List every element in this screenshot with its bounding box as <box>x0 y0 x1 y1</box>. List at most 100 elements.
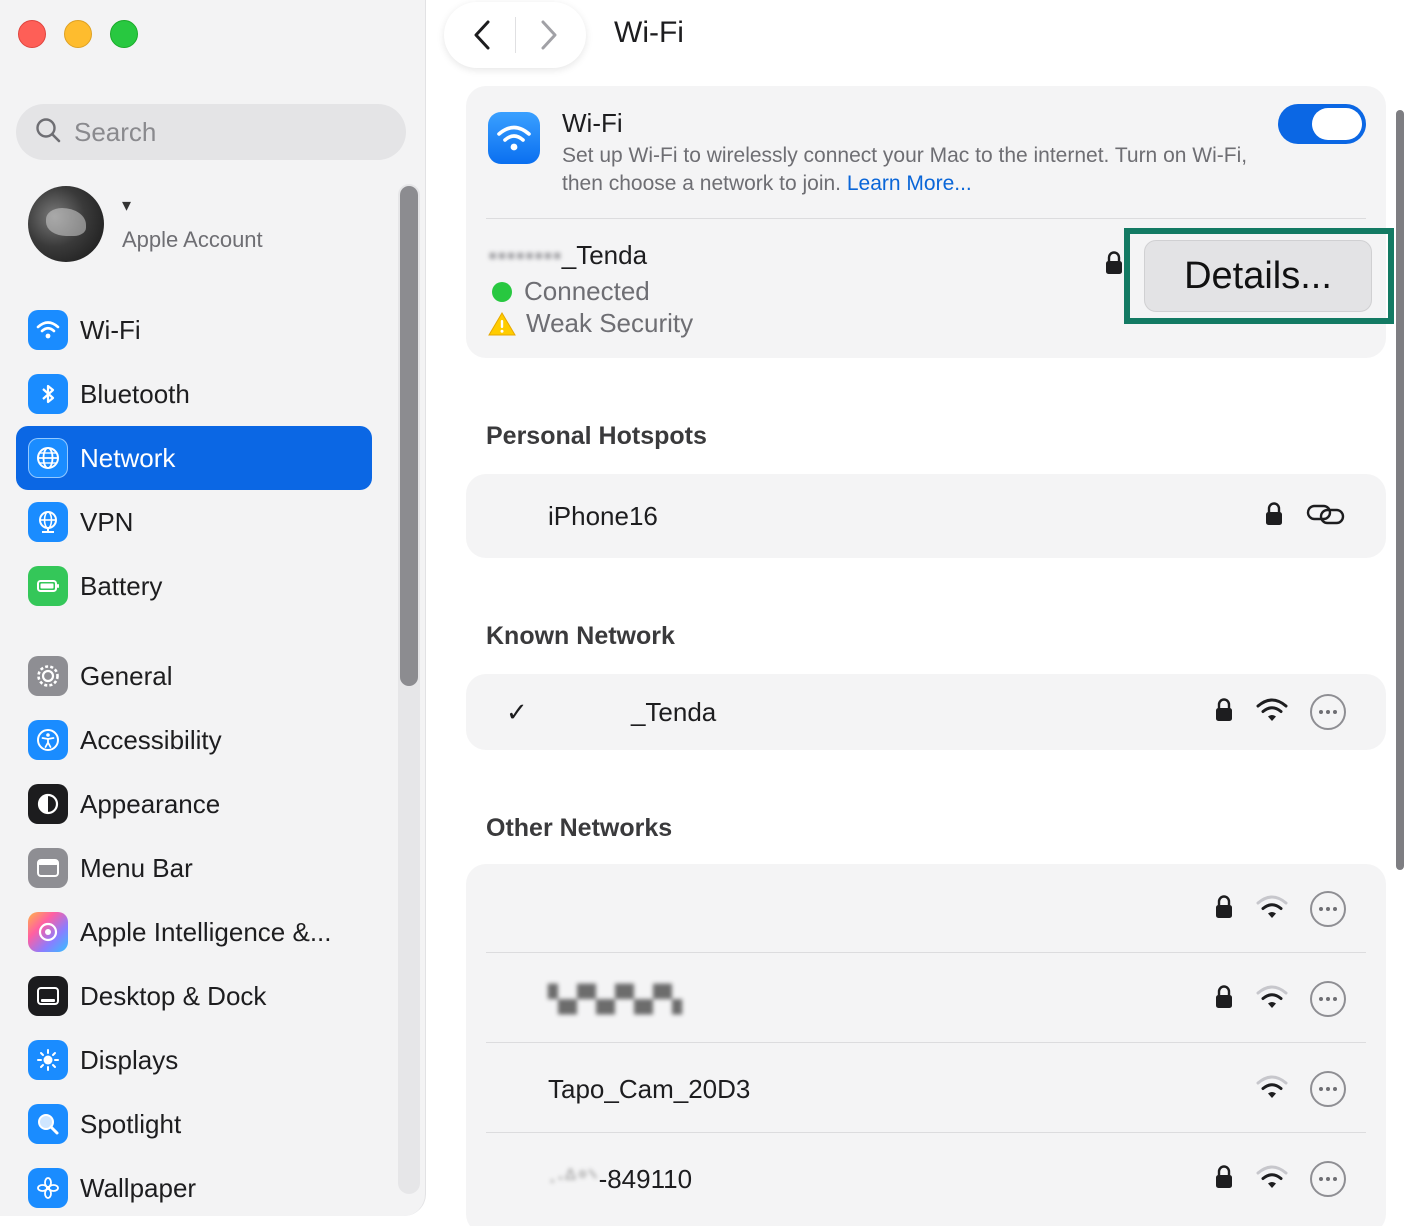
network-options-button[interactable] <box>1310 891 1346 927</box>
sidebar-item-accessibility[interactable]: Accessibility <box>16 708 372 772</box>
learn-more-link[interactable]: Learn More... <box>847 172 972 195</box>
sidebar-item-wallpaper[interactable]: Wallpaper <box>16 1156 372 1220</box>
accessibility-icon <box>28 720 68 760</box>
network-options-button[interactable] <box>1310 1161 1346 1197</box>
hotspot-row[interactable]: iPhone16 <box>466 474 1386 558</box>
divider <box>486 1132 1366 1133</box>
sidebar-item-label: Battery <box>80 570 163 601</box>
wifi-signal-icon <box>1256 1074 1288 1105</box>
network-options-button[interactable] <box>1310 981 1346 1017</box>
sidebar: ▾ Apple Account Wi-Fi Bluetooth Network <box>0 0 426 1216</box>
appearance-icon <box>28 784 68 824</box>
sidebar-item-label: Network <box>80 442 176 473</box>
sidebar-item-network[interactable]: Network <box>16 426 372 490</box>
redacted-text: ·ᐧᐞᐤᐠ <box>548 1163 599 1194</box>
sidebar-item-spotlight[interactable]: Spotlight <box>16 1092 372 1156</box>
network-options-button[interactable] <box>1310 1071 1346 1107</box>
lock-icon <box>1264 501 1284 532</box>
close-window-button[interactable] <box>18 20 46 48</box>
lock-icon <box>1104 250 1124 281</box>
history-navigation <box>444 2 586 68</box>
account-name: ▾ <box>122 195 132 215</box>
sidebar-item-label: Spotlight <box>80 1108 182 1139</box>
gear-icon <box>28 656 68 696</box>
chevron-left-icon <box>474 20 489 50</box>
wifi-app-icon <box>488 112 540 164</box>
sidebar-item-vpn[interactable]: VPN <box>16 490 372 554</box>
flower-icon <box>28 1168 68 1208</box>
security-warning: Weak Security <box>488 308 693 339</box>
vpn-globe-icon <box>28 502 68 542</box>
apple-intelligence-icon <box>28 912 68 952</box>
sidebar-item-bluetooth[interactable]: Bluetooth <box>16 362 372 426</box>
page-title: Wi-Fi <box>614 16 684 49</box>
section-title-known: Known Network <box>486 622 675 650</box>
sidebar-item-label: Desktop & Dock <box>80 980 267 1011</box>
chevron-right-icon <box>541 20 556 50</box>
redacted-text: ▪▪▪▪▪▪▪▪▪ <box>548 696 631 728</box>
apple-account[interactable]: ▾ Apple Account <box>28 186 263 262</box>
other-network-row[interactable] <box>466 870 1386 948</box>
network-row-icons <box>1214 1161 1346 1197</box>
sidebar-item-general[interactable]: General <box>16 644 372 708</box>
sidebar-group-connectivity: Wi-Fi Bluetooth Network VPN Battery <box>16 298 372 618</box>
other-network-row[interactable]: ▚▞▚▞▚▞▚ <box>466 960 1386 1038</box>
sidebar-item-appearance[interactable]: Appearance <box>16 772 372 836</box>
known-network-label: _Tenda <box>630 696 717 727</box>
magnifier-icon <box>28 1104 68 1144</box>
bluetooth-icon <box>28 374 68 414</box>
divider <box>486 1042 1366 1043</box>
sidebar-item-label: Bluetooth <box>80 378 190 409</box>
lock-icon <box>1214 1164 1234 1195</box>
sidebar-item-label: Accessibility <box>80 724 222 755</box>
redacted-text: ▚▞▚▞▚▞▚ <box>548 983 682 1014</box>
sidebar-item-label: VPN <box>80 506 134 537</box>
lock-icon <box>1214 894 1234 925</box>
wifi-signal-icon <box>1256 697 1288 728</box>
sidebar-item-label: Displays <box>80 1044 179 1075</box>
zoom-window-button[interactable] <box>110 20 138 48</box>
sidebar-item-apple-intelligence[interactable]: Apple Intelligence &... <box>16 900 372 964</box>
sidebar-scrollbar[interactable] <box>398 184 420 1194</box>
sidebar-item-label: Menu Bar <box>80 852 193 883</box>
sidebar-search[interactable] <box>16 104 406 160</box>
search-icon <box>34 116 62 149</box>
account-subtitle: Apple Account <box>122 227 263 252</box>
wifi-description: Set up Wi-Fi to wirelessly connect your … <box>562 142 1252 198</box>
sidebar-item-battery[interactable]: Battery <box>16 554 372 618</box>
checkmark-icon: ✓ <box>506 696 528 727</box>
sidebar-item-label: Appearance <box>80 788 221 819</box>
sidebar-item-wifi[interactable]: Wi-Fi <box>16 298 372 362</box>
forward-button[interactable] <box>523 10 573 60</box>
sidebar-scroll-thumb[interactable] <box>400 186 418 686</box>
connection-status-label: Connected <box>524 276 650 306</box>
network-row-icons <box>1256 1071 1346 1107</box>
sidebar-item-label: Wallpaper <box>80 1172 197 1203</box>
sidebar-item-desktop-dock[interactable]: Desktop & Dock <box>16 964 372 1028</box>
section-title-hotspots: Personal Hotspots <box>486 422 707 450</box>
other-network-row[interactable]: Tapo_Cam_20D3 <box>466 1050 1386 1128</box>
battery-icon <box>28 566 68 606</box>
minimize-window-button[interactable] <box>64 20 92 48</box>
details-button[interactable]: Details... <box>1144 240 1372 312</box>
lock-icon <box>1214 984 1234 1015</box>
other-network-row[interactable]: ·ᐧᐞᐤᐠ-849110 <box>466 1140 1386 1218</box>
search-input[interactable] <box>74 116 374 148</box>
sidebar-item-displays[interactable]: Displays <box>16 1028 372 1092</box>
sidebar-item-label: Wi-Fi <box>80 314 141 345</box>
content-scrollbar[interactable] <box>1396 110 1404 870</box>
known-network-row[interactable]: ✓ ▪▪▪▪▪▪▪▪▪_Tenda <box>466 674 1386 750</box>
window-controls <box>18 20 138 48</box>
wifi-icon <box>28 310 68 350</box>
connected-dot-icon <box>492 281 512 302</box>
back-button[interactable] <box>458 10 508 60</box>
network-options-button[interactable] <box>1310 694 1346 730</box>
globe-icon <box>28 438 68 478</box>
sidebar-item-menu-bar[interactable]: Menu Bar <box>16 836 372 900</box>
wifi-title: Wi-Fi <box>562 108 623 138</box>
link-icon <box>1306 501 1346 532</box>
avatar <box>28 186 104 262</box>
sidebar-group-system: General Accessibility Appearance Menu Ba… <box>16 644 372 1220</box>
sidebar-item-label: General <box>80 660 173 691</box>
wifi-toggle[interactable] <box>1278 104 1366 144</box>
